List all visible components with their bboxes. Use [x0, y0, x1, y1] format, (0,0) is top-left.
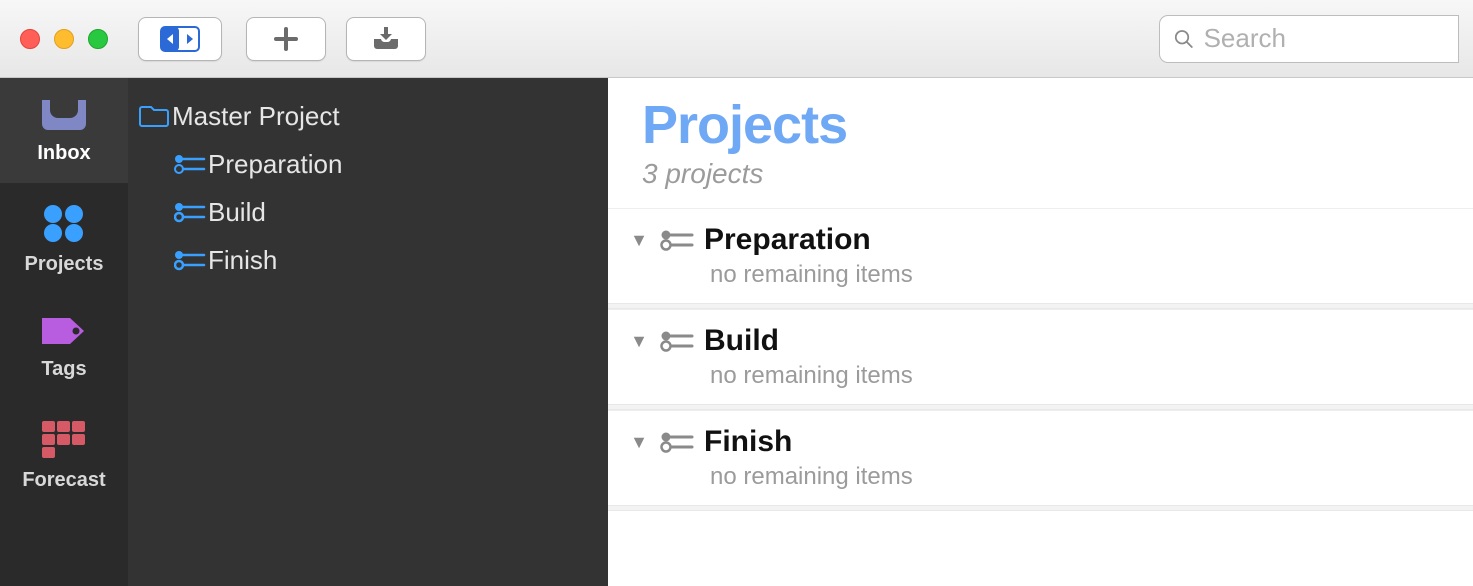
project-outline: Master Project Preparation Build Finish [128, 78, 608, 586]
outline-folder-label: Master Project [172, 101, 340, 132]
search-input[interactable] [1204, 23, 1444, 54]
titlebar [0, 0, 1473, 78]
outline-project[interactable]: Finish [128, 236, 608, 284]
project-name: Preparation [704, 223, 871, 257]
disclosure-triangle-icon[interactable]: ▼ [628, 432, 650, 453]
rail-item-forecast[interactable]: Forecast [0, 399, 128, 510]
outline-project[interactable]: Build [128, 188, 608, 236]
project-row[interactable]: ▼ Build no remaining items [608, 309, 1473, 404]
rail-item-label: Tags [41, 358, 86, 381]
disclosure-triangle-icon[interactable]: ▼ [628, 331, 650, 352]
project-nodes-icon [660, 430, 694, 454]
inbox-icon [40, 98, 88, 132]
rail-item-inbox[interactable]: Inbox [0, 78, 128, 183]
rail-item-label: Projects [25, 253, 104, 276]
project-nodes-icon [172, 153, 208, 175]
rail-item-tags[interactable]: Tags [0, 294, 128, 399]
window-controls [20, 29, 108, 49]
project-status: no remaining items [710, 261, 1473, 289]
toggle-sidebar-button[interactable] [138, 17, 222, 61]
search-field[interactable] [1159, 15, 1459, 63]
plus-icon [273, 26, 299, 52]
rail-item-label: Inbox [37, 142, 90, 165]
project-row[interactable]: ▼ Finish no remaining items [608, 410, 1473, 505]
import-button[interactable] [346, 17, 426, 61]
rail-item-projects[interactable]: Projects [0, 183, 128, 294]
projects-icon [40, 203, 88, 243]
page-subtitle: 3 projects [642, 158, 1473, 190]
rail-item-label: Forecast [22, 469, 105, 492]
forecast-icon [40, 419, 88, 459]
disclosure-triangle-icon[interactable]: ▼ [628, 230, 650, 251]
project-nodes-icon [172, 249, 208, 271]
outline-project-label: Build [208, 197, 266, 228]
outline-project-label: Preparation [208, 149, 342, 180]
project-nodes-icon [660, 329, 694, 353]
content-area: Projects 3 projects ▼ Preparation no rem… [608, 78, 1473, 586]
close-window-button[interactable] [20, 29, 40, 49]
project-row[interactable]: ▼ Preparation no remaining items [608, 208, 1473, 303]
outline-folder[interactable]: Master Project [128, 92, 608, 140]
add-button[interactable] [246, 17, 326, 61]
search-icon [1174, 28, 1194, 50]
project-status: no remaining items [710, 362, 1473, 390]
inbox-arrow-icon [371, 26, 401, 52]
outline-project-label: Finish [208, 245, 277, 276]
content-header: Projects 3 projects [608, 78, 1473, 208]
project-nodes-icon [172, 201, 208, 223]
tag-icon [38, 314, 90, 348]
zoom-window-button[interactable] [88, 29, 108, 49]
sidebar-toggle-icon [160, 26, 200, 52]
perspective-rail: Inbox Projects Tags [0, 78, 128, 586]
main-area: Inbox Projects Tags [0, 78, 1473, 586]
project-name: Finish [704, 425, 792, 459]
project-name: Build [704, 324, 779, 358]
folder-icon [136, 104, 172, 128]
project-nodes-icon [660, 228, 694, 252]
row-separator [608, 505, 1473, 511]
outline-project[interactable]: Preparation [128, 140, 608, 188]
minimize-window-button[interactable] [54, 29, 74, 49]
page-title: Projects [642, 94, 1473, 156]
project-status: no remaining items [710, 463, 1473, 491]
